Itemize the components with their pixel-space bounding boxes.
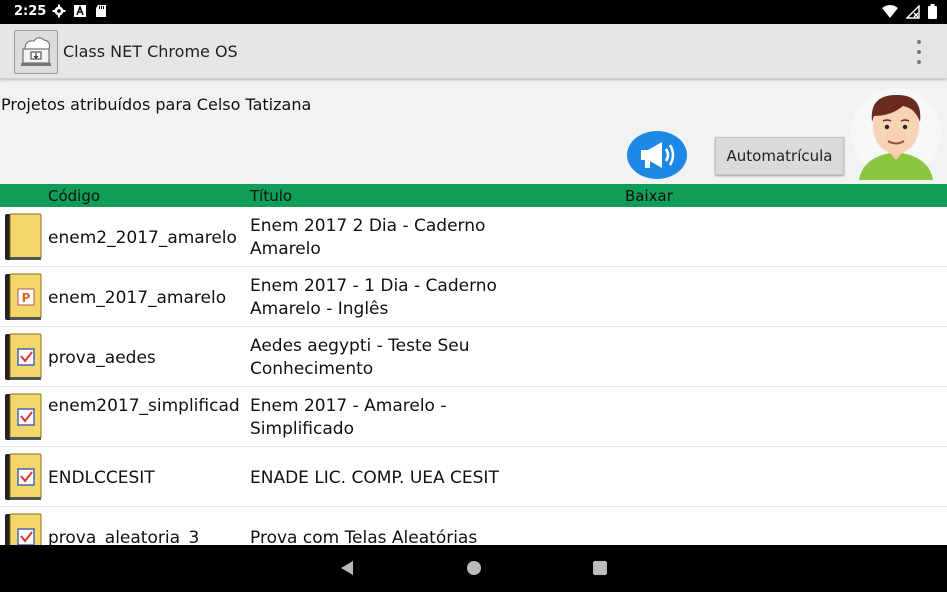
project-title: Aedes aegypti - Teste Seu Conhecimento [250, 336, 470, 379]
battery-icon [928, 4, 937, 19]
project-code: prova_aedes [48, 348, 156, 368]
column-header-title: Título [250, 187, 293, 205]
project-code: ENDLCCESIT [48, 468, 155, 488]
book-check-icon [5, 393, 42, 440]
gear-icon [52, 4, 66, 18]
wifi-icon [882, 4, 898, 18]
project-code: enem2017_simplificad [48, 396, 240, 416]
table-row[interactable]: P enem_2017_amarelo Enem 2017 - 1 Dia - … [0, 267, 947, 327]
user-avatar-icon[interactable] [851, 86, 941, 180]
sd-card-icon [96, 5, 106, 17]
table-row[interactable]: prova_aedes Aedes aegypti - Teste Seu Co… [0, 327, 947, 387]
table-row[interactable]: enem2_2017_amarelo Enem 2017 2 Dia - Cad… [0, 207, 947, 267]
column-header-code: Código [48, 187, 101, 205]
table-row[interactable]: prova_aleatoria_3 Prova com Telas Aleató… [0, 507, 947, 545]
overflow-menu-icon[interactable] [913, 40, 925, 64]
project-code: prova_aleatoria_3 [48, 528, 200, 545]
status-bar: 2:25 [0, 0, 947, 24]
table-row[interactable]: ENDLCCESIT ENADE LIC. COMP. UEA CESIT [0, 447, 947, 507]
megaphone-icon[interactable] [626, 130, 688, 180]
book-plain-icon [5, 213, 42, 260]
home-icon[interactable] [467, 561, 481, 575]
book-check-icon [5, 453, 42, 500]
assigned-projects-label: Projetos atribuídos para Celso Tatizana [1, 95, 312, 114]
book-check-icon [5, 513, 42, 545]
automatricula-button[interactable]: Automatrícula [715, 137, 844, 175]
project-title: ENADE LIC. COMP. UEA CESIT [250, 468, 499, 488]
back-icon[interactable] [340, 560, 354, 576]
project-list[interactable]: enem2_2017_amarelo Enem 2017 2 Dia - Cad… [0, 207, 947, 545]
project-title: Enem 2017 - 1 Dia - Caderno Amarelo - In… [250, 276, 497, 319]
status-time: 2:25 [14, 4, 47, 19]
app-title: Class NET Chrome OS [63, 42, 238, 61]
column-header-download: Baixar [625, 187, 673, 205]
recents-icon[interactable] [593, 561, 607, 575]
table-row[interactable]: enem2017_simplificad Enem 2017 - Amarelo… [0, 387, 947, 447]
status-left-icons [52, 4, 108, 18]
status-right-icons [882, 4, 937, 19]
table-header: Código Título Baixar [0, 184, 947, 207]
project-code: enem2_2017_amarelo [48, 228, 237, 248]
navigation-bar [0, 545, 947, 592]
book-check-icon [5, 333, 42, 380]
project-title: Prova com Telas Aleatórias [250, 528, 478, 545]
no-signal-icon [906, 4, 920, 19]
app-bar: Class NET Chrome OS [0, 24, 947, 79]
a-box-icon [74, 4, 86, 17]
project-title: Enem 2017 - Amarelo - Simplificado [250, 396, 447, 439]
project-title: Enem 2017 2 Dia - Caderno Amarelo [250, 216, 486, 259]
project-code: enem_2017_amarelo [48, 288, 227, 308]
book-p-icon: P [5, 273, 42, 320]
class-net-app-icon [14, 30, 58, 74]
svg-text:P: P [22, 291, 31, 305]
